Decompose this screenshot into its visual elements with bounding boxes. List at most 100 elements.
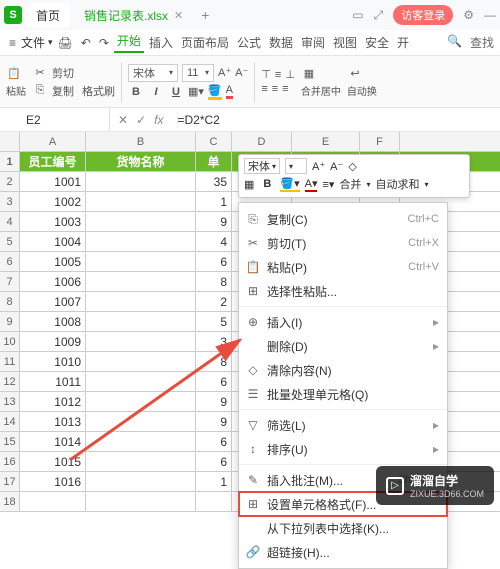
cm-cut[interactable]: ✂剪切(T)Ctrl+X: [239, 231, 447, 255]
row-header[interactable]: 15: [0, 432, 20, 451]
col-header-e[interactable]: E: [292, 132, 360, 151]
cm-paste[interactable]: 📋粘贴(P)Ctrl+V: [239, 255, 447, 279]
minimize-icon[interactable]: —: [484, 8, 496, 22]
cell[interactable]: 8: [196, 352, 232, 371]
menu-find[interactable]: 查找: [470, 34, 494, 51]
cell[interactable]: 1003: [20, 212, 86, 231]
qat-redo-icon[interactable]: ↷: [96, 36, 112, 50]
row-header[interactable]: 3: [0, 192, 20, 211]
align-mid-icon[interactable]: ≡: [275, 69, 281, 81]
row-header[interactable]: 18: [0, 492, 20, 511]
row-header[interactable]: 16: [0, 452, 20, 471]
cell[interactable]: 9: [196, 412, 232, 431]
mini-merge[interactable]: 合并: [339, 176, 361, 192]
bold-button[interactable]: B: [128, 86, 144, 98]
fill-color-button[interactable]: 🪣: [208, 84, 222, 100]
cell[interactable]: [86, 492, 196, 511]
cell[interactable]: 1008: [20, 312, 86, 331]
increase-font-icon[interactable]: A⁺: [218, 66, 231, 79]
enter-fx-icon[interactable]: ✓: [136, 113, 146, 127]
login-button[interactable]: 访客登录: [393, 5, 453, 25]
mini-font-color-icon[interactable]: A▾: [305, 177, 318, 192]
merge-group[interactable]: ▦ 合并居中: [301, 65, 341, 98]
row-header[interactable]: 1: [0, 152, 20, 171]
settings-icon[interactable]: ⚙: [463, 8, 474, 22]
cell[interactable]: 1004: [20, 232, 86, 251]
cm-sort[interactable]: ↕排序(U)▸: [239, 437, 447, 461]
cell[interactable]: 1013: [20, 412, 86, 431]
format-painter[interactable]: 格式刷: [82, 83, 115, 99]
underline-button[interactable]: U: [168, 86, 184, 98]
row-header[interactable]: 2: [0, 172, 20, 191]
cell[interactable]: 1: [196, 472, 232, 491]
cell[interactable]: 1012: [20, 392, 86, 411]
tab-security[interactable]: 安全: [362, 34, 392, 51]
tab-home[interactable]: 首页: [26, 3, 70, 27]
menu-back[interactable]: ≡: [6, 36, 19, 50]
mini-bold[interactable]: B: [259, 178, 275, 190]
cell[interactable]: [86, 212, 196, 231]
cell[interactable]: [86, 392, 196, 411]
cell[interactable]: 1: [196, 192, 232, 211]
cell[interactable]: 9: [196, 212, 232, 231]
fx-icon[interactable]: fx: [154, 113, 163, 127]
cell[interactable]: 3: [196, 332, 232, 351]
mini-clear-icon[interactable]: ◇: [348, 160, 356, 173]
row-header[interactable]: 11: [0, 352, 20, 371]
font-select[interactable]: 宋体▾: [128, 64, 178, 82]
cm-delete[interactable]: 删除(D)▸: [239, 334, 447, 358]
cell[interactable]: 35: [196, 172, 232, 191]
tab-layout[interactable]: 页面布局: [178, 34, 232, 51]
row-header[interactable]: 12: [0, 372, 20, 391]
cell[interactable]: 4: [196, 232, 232, 251]
copy-button[interactable]: 复制: [52, 83, 74, 99]
align-top-icon[interactable]: ⊤: [261, 68, 271, 81]
mini-font-select[interactable]: 宋体▾: [244, 158, 280, 174]
formula-input[interactable]: =D2*C2: [171, 113, 500, 127]
close-icon[interactable]: ✕: [174, 9, 183, 22]
cell[interactable]: [86, 412, 196, 431]
cell[interactable]: 5: [196, 312, 232, 331]
row-header[interactable]: 13: [0, 392, 20, 411]
align-center-icon[interactable]: ≡: [272, 83, 278, 95]
cell[interactable]: 6: [196, 432, 232, 451]
mini-autosum[interactable]: 自动求和: [375, 176, 419, 192]
tab-insert[interactable]: 插入: [146, 34, 176, 51]
cell[interactable]: 2: [196, 292, 232, 311]
cell[interactable]: 1002: [20, 192, 86, 211]
add-tab-button[interactable]: +: [201, 7, 209, 23]
cancel-fx-icon[interactable]: ✕: [118, 113, 128, 127]
align-right-icon[interactable]: ≡: [282, 83, 288, 95]
row-header[interactable]: 14: [0, 412, 20, 431]
header-employee-id[interactable]: 员工编号: [20, 152, 86, 171]
cell[interactable]: [86, 232, 196, 251]
cell[interactable]: 6: [196, 372, 232, 391]
row-header[interactable]: 7: [0, 272, 20, 291]
search-icon[interactable]: 🔍: [447, 34, 462, 51]
cell[interactable]: [86, 352, 196, 371]
col-header-f[interactable]: F: [360, 132, 400, 151]
cell[interactable]: [196, 492, 232, 511]
align-bot-icon[interactable]: ⊥: [285, 68, 295, 81]
qat-save-icon[interactable]: 🖨: [55, 36, 76, 50]
cm-clear[interactable]: ◇清除内容(N): [239, 358, 447, 382]
cell[interactable]: 1006: [20, 272, 86, 291]
cut-icon[interactable]: ✂: [32, 65, 48, 81]
mini-inc-font-icon[interactable]: A⁺: [312, 160, 325, 173]
col-header-d[interactable]: D: [232, 132, 292, 151]
cm-batch[interactable]: ☰批量处理单元格(Q): [239, 382, 447, 406]
tab-view[interactable]: 视图: [330, 34, 360, 51]
mini-fill-icon[interactable]: 🪣▾: [280, 177, 299, 192]
fullscreen-icon[interactable]: ⤢: [374, 8, 384, 23]
cell[interactable]: [86, 452, 196, 471]
cell[interactable]: 1007: [20, 292, 86, 311]
col-header-a[interactable]: A: [20, 132, 86, 151]
cell[interactable]: 1015: [20, 452, 86, 471]
qat-undo-icon[interactable]: ↶: [78, 36, 94, 50]
cut-button[interactable]: 剪切: [52, 65, 74, 81]
cell[interactable]: [86, 472, 196, 491]
cell[interactable]: [20, 492, 86, 511]
cell[interactable]: [86, 332, 196, 351]
tab-file[interactable]: 销售记录表.xlsx ✕: [74, 3, 193, 27]
align-left-icon[interactable]: ≡: [261, 83, 267, 95]
